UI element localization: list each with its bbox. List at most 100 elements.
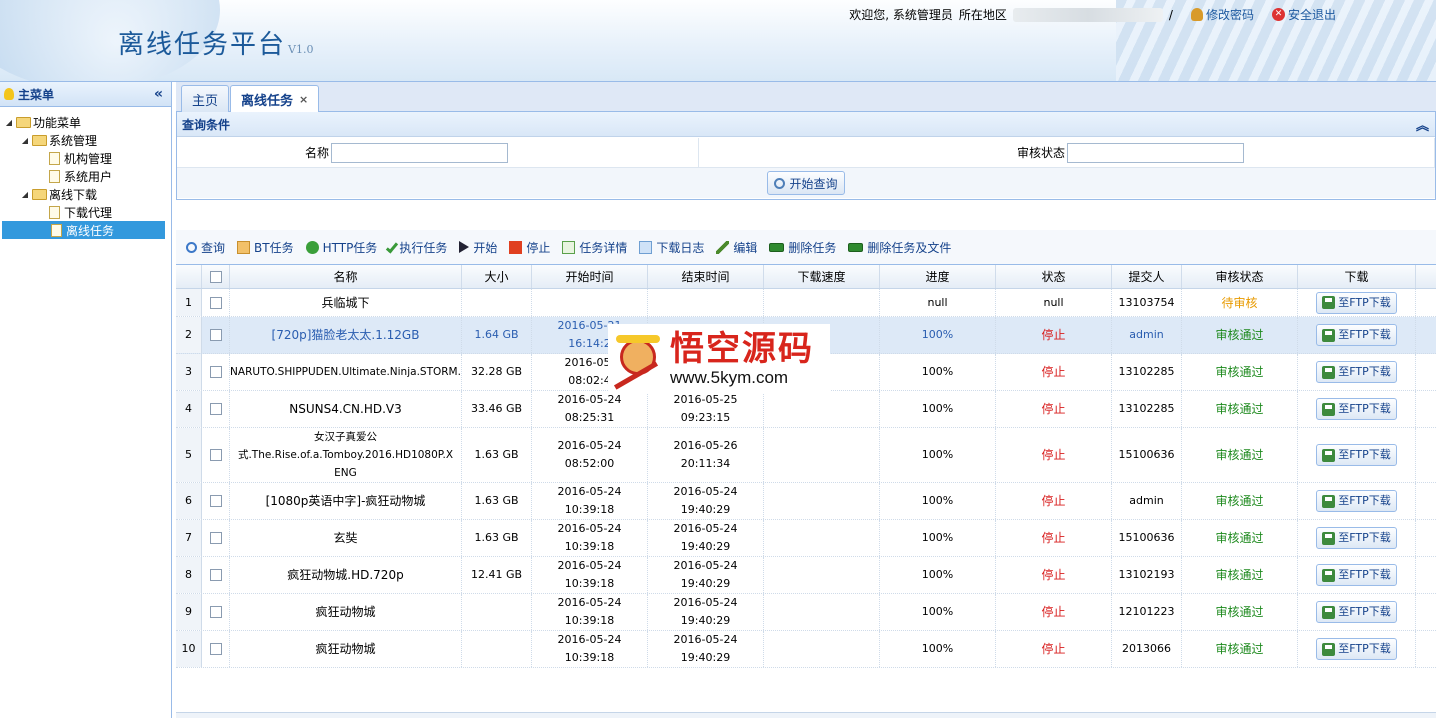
status-cell: 停止 bbox=[996, 483, 1112, 519]
table-row[interactable]: 10 疯狂动物城 2016-05-24 10:39:18 2016-05-24 19:40… bbox=[176, 631, 1436, 668]
search-button[interactable]: 开始查询 bbox=[767, 171, 845, 195]
collapse-sidebar-button[interactable]: « bbox=[154, 86, 163, 102]
row-select-cell[interactable] bbox=[202, 391, 230, 427]
collapse-panel-icon[interactable]: ︽ bbox=[1416, 115, 1429, 134]
status-cell: 停止 bbox=[996, 594, 1112, 630]
table-row[interactable]: 9 疯狂动物城 2016-05-24 10:39:18 2016-05-24 19:40:… bbox=[176, 594, 1436, 631]
col-start-time[interactable]: 开始时间 bbox=[532, 265, 648, 288]
logout-link[interactable]: ✕ 安全退出 bbox=[1271, 6, 1336, 23]
ftp-download-button[interactable]: 至FTP下载 bbox=[1316, 601, 1397, 623]
name-input[interactable] bbox=[331, 142, 508, 163]
folder-icon bbox=[16, 116, 31, 128]
table-row[interactable]: 4 NSUNS4.CN.HD.V3 33.46 GB 2016-05-24 08:25:… bbox=[176, 391, 1436, 428]
ftp-download-button[interactable]: 至FTP下载 bbox=[1316, 444, 1397, 466]
grid-toolbar: 查询 BT任务 HTTP任务 执行任务 开始 停止 任务详情 下载日志 编辑 删… bbox=[176, 230, 1436, 264]
edit-button[interactable]: 编辑 bbox=[716, 239, 757, 256]
row-checkbox[interactable] bbox=[209, 495, 222, 507]
region-label: 所在地区 bbox=[958, 8, 1007, 22]
task-detail-button[interactable]: 任务详情 bbox=[562, 239, 627, 256]
tree-node-org[interactable]: 机构管理 bbox=[0, 149, 171, 167]
row-select-cell[interactable] bbox=[202, 317, 230, 353]
row-checkbox[interactable] bbox=[209, 366, 222, 378]
row-select-cell[interactable] bbox=[202, 631, 230, 667]
delete-task-files-button[interactable]: 删除任务及文件 bbox=[848, 239, 951, 256]
floppy-icon bbox=[1322, 531, 1336, 545]
col-end-time[interactable]: 结束时间 bbox=[648, 265, 764, 288]
row-checkbox[interactable] bbox=[209, 532, 222, 544]
stop-button[interactable]: 停止 bbox=[509, 239, 550, 256]
ftp-download-button[interactable]: 至FTP下载 bbox=[1316, 527, 1397, 549]
change-password-link[interactable]: 修改密码 bbox=[1190, 6, 1254, 23]
row-select-cell[interactable] bbox=[202, 520, 230, 556]
table-row[interactable]: 5 女汉子真爱公 式.The.Rise.of.a.Tomboy.2016.HD108… bbox=[176, 428, 1436, 483]
audit-status: 待审核 bbox=[1221, 295, 1258, 310]
progress-cell: 100% bbox=[880, 391, 996, 427]
http-task-button[interactable]: HTTP任务 bbox=[305, 239, 377, 256]
audit-status-label: 审核状态 bbox=[1016, 146, 1065, 160]
row-select-cell[interactable] bbox=[202, 289, 230, 316]
row-checkbox[interactable] bbox=[209, 329, 222, 341]
name-cell: 玄奘 bbox=[230, 520, 462, 556]
row-checkbox[interactable] bbox=[209, 606, 222, 618]
col-audit[interactable]: 审核状态 bbox=[1182, 265, 1298, 288]
audit-status-input[interactable] bbox=[1067, 142, 1244, 163]
tree-node-proxy[interactable]: 下载代理 bbox=[0, 203, 171, 221]
select-all-checkbox[interactable] bbox=[209, 270, 222, 283]
ftp-download-button[interactable]: 至FTP下载 bbox=[1316, 490, 1397, 512]
row-checkbox[interactable] bbox=[209, 569, 222, 581]
tree-node-system[interactable]: ◢ 系统管理 bbox=[0, 131, 171, 149]
row-select-cell[interactable] bbox=[202, 428, 230, 482]
find-button[interactable]: 查询 bbox=[186, 239, 225, 256]
col-speed[interactable]: 下载速度 bbox=[764, 265, 880, 288]
speed-cell bbox=[764, 594, 880, 630]
table-row[interactable]: 7 玄奘 1.63 GB 2016-05-24 10:39:18 2016-05-24 19… bbox=[176, 520, 1436, 557]
progress-cell: 100% bbox=[880, 557, 996, 593]
tree-node-users[interactable]: 系统用户 bbox=[0, 167, 171, 185]
user-icon bbox=[1190, 8, 1203, 21]
row-number-cell: 6 bbox=[176, 483, 202, 519]
ftp-download-button[interactable]: 至FTP下载 bbox=[1316, 324, 1397, 346]
col-progress[interactable]: 进度 bbox=[880, 265, 996, 288]
row-checkbox[interactable] bbox=[209, 643, 222, 655]
row-checkbox[interactable] bbox=[209, 403, 222, 415]
task-name: 疯狂动物城 bbox=[315, 605, 376, 619]
row-number-cell: 8 bbox=[176, 557, 202, 593]
row-select-cell[interactable] bbox=[202, 557, 230, 593]
expand-toggle-icon[interactable]: ◢ bbox=[20, 190, 30, 199]
row-select-cell[interactable] bbox=[202, 594, 230, 630]
row-select-cell[interactable] bbox=[202, 354, 230, 390]
row-checkbox[interactable] bbox=[209, 296, 222, 309]
row-select-cell[interactable] bbox=[202, 483, 230, 519]
col-status[interactable]: 状态 bbox=[996, 265, 1112, 288]
delete-task-button[interactable]: 删除任务 bbox=[769, 239, 836, 256]
speed-cell bbox=[764, 428, 880, 482]
ftp-download-button[interactable]: 至FTP下载 bbox=[1316, 398, 1397, 420]
size-cell: 1.64 GB bbox=[462, 317, 532, 353]
expand-toggle-icon[interactable]: ◢ bbox=[20, 136, 30, 145]
ftp-download-button[interactable]: 至FTP下载 bbox=[1316, 291, 1397, 314]
execute-task-button[interactable]: 执行任务 bbox=[386, 239, 447, 256]
ftp-download-button[interactable]: 至FTP下载 bbox=[1316, 638, 1397, 660]
table-row[interactable]: 8 疯狂动物城.HD.720p 12.41 GB 2016-05-24 10:39:18… bbox=[176, 557, 1436, 594]
table-row[interactable]: 1 兵临城下 null null 13103754 待审核 至FTP下载 bbox=[176, 289, 1436, 317]
expand-toggle-icon[interactable]: ◢ bbox=[4, 118, 14, 127]
col-download[interactable]: 下载 bbox=[1298, 265, 1416, 288]
col-submitter[interactable]: 提交人 bbox=[1112, 265, 1182, 288]
bt-task-button[interactable]: BT任务 bbox=[237, 239, 294, 256]
ftp-download-button[interactable]: 至FTP下载 bbox=[1316, 564, 1397, 586]
col-size[interactable]: 大小 bbox=[462, 265, 532, 288]
start-button[interactable]: 开始 bbox=[459, 239, 497, 256]
download-log-button[interactable]: 下载日志 bbox=[639, 239, 704, 256]
close-tab-icon[interactable]: × bbox=[299, 93, 308, 106]
row-checkbox[interactable] bbox=[209, 449, 222, 461]
tree-node-offline[interactable]: ◢ 离线下载 bbox=[0, 185, 171, 203]
tree-node-offline-task[interactable]: 离线任务 bbox=[2, 221, 165, 239]
name-line: ENG bbox=[334, 467, 357, 479]
tab-home[interactable]: 主页 bbox=[181, 85, 230, 112]
ftp-download-button[interactable]: 至FTP下载 bbox=[1316, 361, 1397, 383]
col-name[interactable]: 名称 bbox=[230, 265, 462, 288]
tab-offline-task[interactable]: 离线任务 × bbox=[230, 85, 320, 113]
table-row[interactable]: 6 [1080p英语中字]-疯狂动物城 1.63 GB 2016-05-24 10:39… bbox=[176, 483, 1436, 520]
tree-node-root[interactable]: ◢ 功能菜单 bbox=[0, 113, 171, 131]
sidebar: 主菜单 « ◢ 功能菜单 ◢ 系统管理 机构管理 系统用户 ◢ 离线下载 下载代理 离… bbox=[0, 82, 172, 718]
